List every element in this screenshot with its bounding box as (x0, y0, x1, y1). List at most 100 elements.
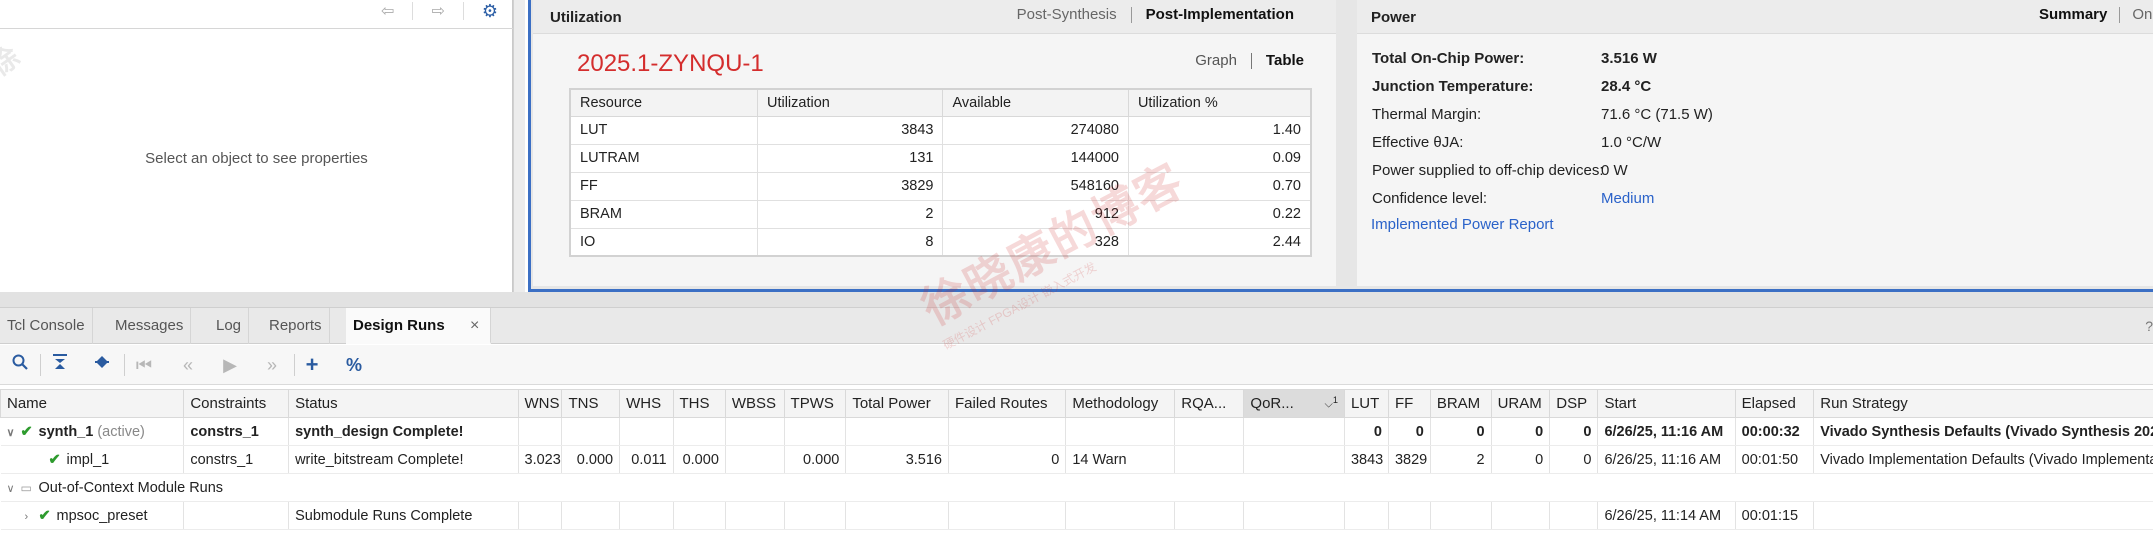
tab-post-synthesis[interactable]: Post-Synthesis (1003, 6, 1131, 23)
table-view-link[interactable]: Table (1252, 52, 1304, 69)
implemented-power-report-link[interactable]: Implemented Power Report (1371, 216, 1554, 233)
sort-indicator: ⌵1 (1325, 395, 1338, 412)
chevron-down-icon[interactable]: ∨ (7, 426, 21, 439)
expand-all-icon[interactable] (90, 353, 114, 377)
column-header-elapsed[interactable]: Elapsed (1734, 389, 1815, 418)
gear-icon[interactable]: ⚙ (482, 1, 498, 22)
column-header-dsp[interactable]: DSP (1549, 389, 1599, 418)
methodology-cell[interactable]: 14 Warn (1065, 445, 1176, 474)
percent-icon[interactable]: % (342, 353, 366, 377)
table-row-impl-1[interactable]: ✔ impl_1 constrs_1 write_bitstream Comple… (0, 445, 2153, 474)
chevron-right-icon[interactable]: › (25, 511, 39, 523)
add-icon[interactable]: + (300, 353, 324, 377)
tpws-cell (784, 417, 847, 446)
tab-tcl-console[interactable]: Tcl Console (0, 308, 93, 344)
elapsed-cell: 00:00:32 (1735, 417, 1815, 446)
methodology-cell (1065, 501, 1176, 530)
status-cell: synth_design Complete! (288, 417, 519, 446)
power-label: Junction Temperature: (1372, 78, 1534, 95)
percent-cell: 0.09 (1127, 143, 1312, 173)
tab-summary[interactable]: Summary (2027, 6, 2119, 23)
confidence-level-link[interactable]: Medium (1601, 190, 1654, 207)
run-icon[interactable]: ▶ (218, 353, 242, 377)
total-power-cell: 3.516 (845, 445, 949, 474)
power-row-total: Total On-Chip Power: 3.516 W (1357, 50, 2153, 70)
resource-cell: FF (569, 171, 758, 201)
design-runs-table: Name Constraints Status WNS TNS WHS THS … (0, 389, 2153, 530)
elapsed-cell: 00:01:15 (1735, 501, 1815, 530)
ff-cell: 0 (1388, 417, 1431, 446)
column-header-failed-routes[interactable]: Failed Routes (947, 389, 1067, 418)
power-label: Power supplied to off-chip devices: (1372, 162, 1604, 179)
vivado-window: { "properties": { "message": "Select an … (0, 0, 2153, 536)
first-icon[interactable]: ⏮ (132, 353, 156, 377)
tab-post-implementation[interactable]: Post-Implementation (1132, 6, 1308, 23)
check-icon: ✔ (20, 423, 33, 440)
tab-reports[interactable]: Reports (262, 308, 330, 344)
column-header-rqa[interactable]: RQA... (1174, 389, 1245, 418)
design-runs-toolbar: ⏮ « ▶ » + % (0, 345, 2153, 385)
vertical-scrollbar[interactable] (513, 0, 525, 292)
table-row[interactable]: IO 8 328 2.44 (569, 227, 1312, 257)
column-header-name[interactable]: Name (0, 389, 185, 418)
power-value: 71.6 °C (71.5 W) (1601, 106, 1713, 123)
column-header-wbss[interactable]: WBSS (724, 389, 785, 418)
properties-toolbar: ⇦ ⇨ ⚙ (381, 0, 512, 22)
column-header-available[interactable]: Available (942, 88, 1129, 117)
resource-cell: LUTRAM (569, 143, 758, 173)
ths-cell (673, 417, 726, 446)
column-header-whs[interactable]: WHS (619, 389, 674, 418)
previous-icon[interactable]: « (176, 353, 200, 377)
total-power-cell (845, 501, 949, 530)
tab-messages[interactable]: Messages (108, 308, 192, 344)
constraints-cell: constrs_1 (183, 445, 290, 474)
column-header-bram[interactable]: BRAM (1429, 389, 1492, 418)
column-header-status[interactable]: Status (288, 389, 519, 418)
column-header-tpws[interactable]: TPWS (783, 389, 847, 418)
constraints-cell (183, 501, 290, 530)
forward-arrow-icon[interactable]: ⇨ (431, 1, 444, 21)
column-header-resource[interactable]: Resource (569, 88, 758, 117)
column-header-wns[interactable]: WNS (517, 389, 563, 418)
table-row-mpsoc-preset[interactable]: › ✔ mpsoc_preset Submodule Runs Complete 6… (0, 501, 2153, 530)
tab-log[interactable]: Log (209, 308, 250, 344)
column-header-methodology[interactable]: Methodology (1065, 389, 1176, 418)
percent-cell: 0.70 (1127, 171, 1312, 201)
collapse-all-icon[interactable] (48, 353, 72, 377)
graph-view-link[interactable]: Graph (1181, 52, 1251, 69)
column-header-utilization-percent[interactable]: Utilization % (1127, 88, 1312, 117)
elapsed-cell: 00:01:50 (1735, 445, 1815, 474)
column-header-utilization[interactable]: Utilization (756, 88, 944, 117)
tab-on-chip[interactable]: On-C (2120, 6, 2153, 23)
column-header-constraints[interactable]: Constraints (183, 389, 290, 418)
help-icon[interactable]: ? (2145, 318, 2153, 334)
column-header-uram[interactable]: URAM (1490, 389, 1551, 418)
pane-splitter[interactable] (0, 292, 2153, 308)
column-header-qor[interactable]: QoR... ⌵1 (1243, 389, 1345, 418)
qor-cell (1243, 445, 1345, 474)
table-row[interactable]: LUTRAM 131 144000 0.09 (569, 143, 1312, 173)
table-row[interactable]: LUT 3843 274080 1.40 (569, 115, 1312, 145)
search-icon[interactable] (8, 353, 32, 377)
column-header-start[interactable]: Start (1597, 389, 1736, 418)
close-icon[interactable]: × (470, 317, 479, 335)
table-row[interactable]: BRAM 2 912 0.22 (569, 199, 1312, 229)
chevron-down-icon[interactable]: ∨ (7, 482, 21, 495)
utilization-header: Utilization Post-Synthesis Post-Implemen… (533, 0, 1336, 34)
available-cell: 548160 (942, 171, 1129, 201)
column-header-total-power[interactable]: Total Power (845, 389, 949, 418)
back-arrow-icon[interactable]: ⇦ (381, 1, 394, 21)
column-header-ff[interactable]: FF (1387, 389, 1431, 418)
column-header-ths[interactable]: THS (672, 389, 726, 418)
column-header-tns[interactable]: TNS (561, 389, 621, 418)
column-header-run-strategy[interactable]: Run Strategy (1813, 389, 2153, 418)
table-row-synth-1[interactable]: ∨ ✔ synth_1 (active) constrs_1 synth_desig… (0, 417, 2153, 446)
check-icon: ✔ (38, 507, 51, 524)
next-icon[interactable]: » (260, 353, 284, 377)
utilization-tabs: Post-Synthesis Post-Implementation (1003, 6, 1308, 23)
power-row-confidence: Confidence level: Medium (1357, 190, 2153, 210)
device-name: 2025.1-ZYNQU-1 (577, 50, 764, 77)
column-header-lut[interactable]: LUT (1343, 389, 1389, 418)
table-row[interactable]: FF 3829 548160 0.70 (569, 171, 1312, 201)
table-row-group[interactable]: ∨ ▭ Out-of-Context Module Runs (0, 473, 2153, 502)
